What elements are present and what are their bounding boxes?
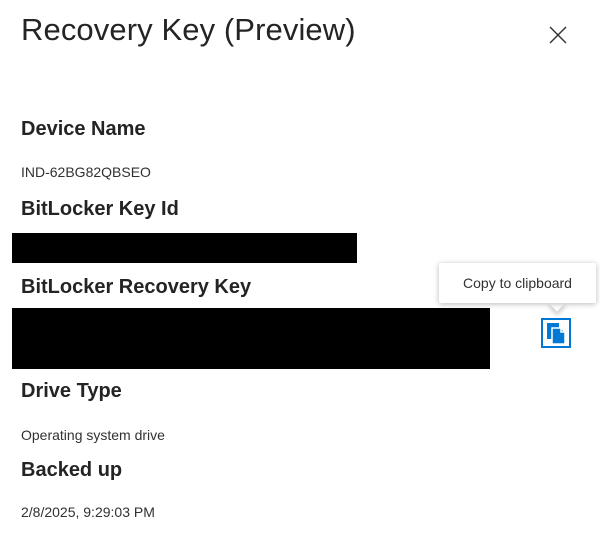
recovery-key-label: BitLocker Recovery Key [21,276,252,298]
key-id-redacted-value [12,233,357,263]
copy-icon [541,318,571,348]
device-name-label: Device Name [21,118,146,140]
backed-up-label: Backed up [21,459,123,481]
close-icon [549,26,567,44]
recovery-key-redacted-value [12,308,490,369]
copy-to-clipboard-button[interactable] [539,316,573,350]
drive-type-label: Drive Type [21,380,122,402]
close-button[interactable] [543,20,573,50]
copy-tooltip: Copy to clipboard [439,263,596,303]
copy-tooltip-text: Copy to clipboard [463,275,572,291]
key-id-label: BitLocker Key Id [21,198,179,220]
device-name-value: IND-62BG82QBSEO [21,164,151,180]
panel-title: Recovery Key (Preview) [21,12,356,47]
drive-type-value: Operating system drive [21,427,165,443]
backed-up-value: 2/8/2025, 9:29:03 PM [21,504,155,520]
